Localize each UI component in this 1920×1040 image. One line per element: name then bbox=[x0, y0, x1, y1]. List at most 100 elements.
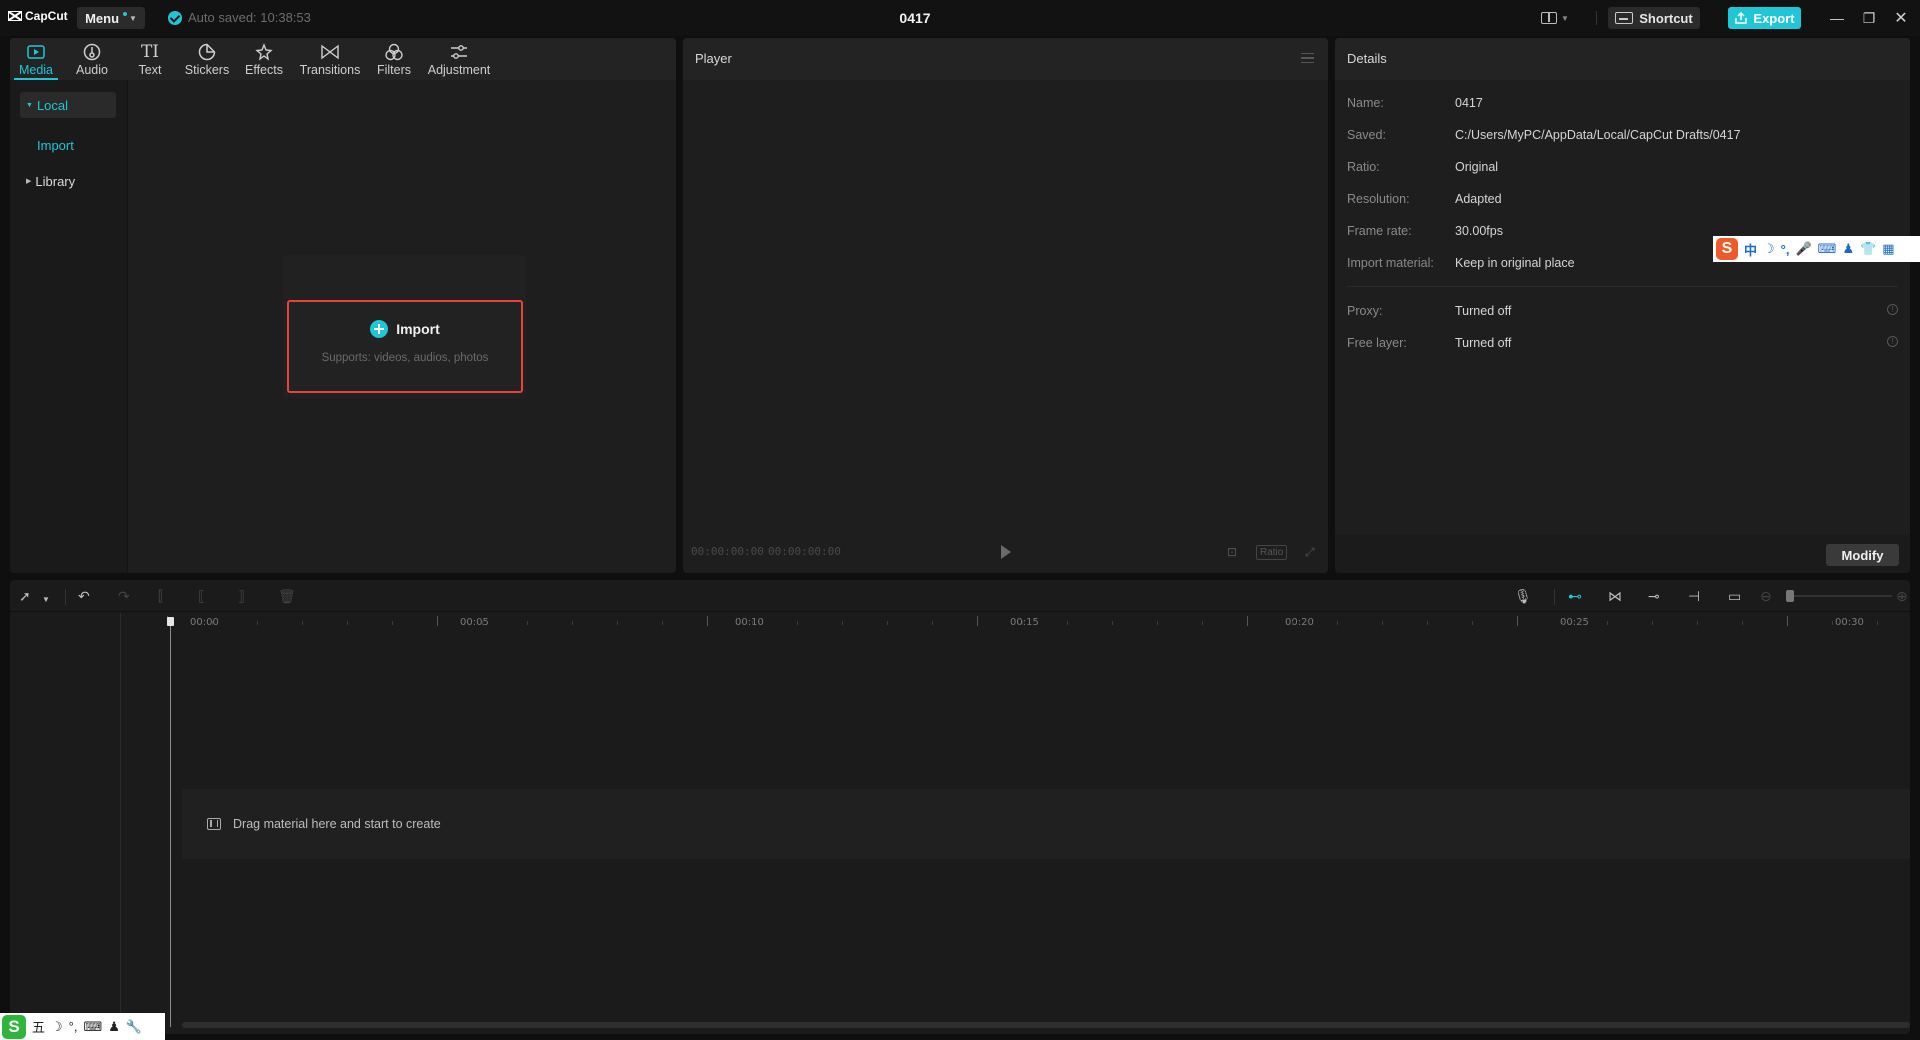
ratio-button[interactable]: Ratio bbox=[1256, 545, 1288, 560]
sogou-logo-icon[interactable]: S bbox=[1716, 238, 1738, 260]
ruler-tick bbox=[932, 621, 933, 625]
tab-transitions[interactable]: Transitions bbox=[298, 38, 362, 80]
split-icon[interactable]: ⫿ bbox=[158, 589, 162, 603]
tab-effects[interactable]: Effects bbox=[242, 38, 286, 80]
ruler-tick bbox=[1742, 621, 1743, 625]
select-tool-icon[interactable]: ➚ bbox=[19, 589, 31, 603]
shortcut-button[interactable]: Shortcut bbox=[1608, 7, 1700, 29]
close-button[interactable]: ✕ bbox=[1890, 8, 1912, 28]
moon-icon[interactable]: ☽ bbox=[51, 1019, 63, 1035]
zoom-out-icon[interactable]: ⊖ bbox=[1760, 589, 1772, 603]
main-track-magnet-icon[interactable]: ⊷ bbox=[1568, 589, 1582, 603]
microphone-icon[interactable]: 🎙 bbox=[1514, 589, 1532, 603]
wrench-icon[interactable]: 🔧 bbox=[126, 1019, 142, 1035]
ruler-label: 00:20 bbox=[1285, 617, 1314, 628]
time-ruler[interactable]: 00:00 00:05 00:10 00:15 00:20 00:25 00:3… bbox=[165, 613, 1910, 633]
ime-wubi-mode[interactable]: 五 bbox=[32, 1017, 45, 1036]
title-bar: CapCut Menu ▼ Auto saved: 10:38:53 0417 … bbox=[0, 0, 1920, 36]
chevron-down-icon: ▼ bbox=[1561, 13, 1569, 23]
info-icon[interactable]: ! bbox=[1887, 304, 1898, 315]
grid-icon[interactable]: ▦ bbox=[1882, 241, 1894, 257]
keyboard-icon[interactable]: ⌨ bbox=[1818, 241, 1837, 257]
menu-icon[interactable] bbox=[1301, 53, 1314, 63]
keyboard-icon[interactable]: ⌨ bbox=[83, 1019, 102, 1035]
restore-button[interactable]: ❐ bbox=[1858, 8, 1880, 28]
chevron-down-icon[interactable]: ▼ bbox=[42, 593, 50, 607]
fit-screen-icon[interactable]: ⊡ bbox=[1227, 545, 1237, 559]
trim-left-icon[interactable]: ⟦ bbox=[198, 589, 205, 603]
user-icon[interactable]: ♟ bbox=[108, 1019, 120, 1035]
detail-value: 30.00fps bbox=[1455, 224, 1503, 238]
ruler-tick bbox=[482, 621, 483, 625]
delete-icon[interactable]: 🗑 bbox=[278, 589, 296, 603]
capcut-logo-icon bbox=[8, 11, 22, 21]
ruler-tick bbox=[1382, 621, 1383, 625]
player-title: Player bbox=[695, 51, 732, 66]
tab-media[interactable]: Media bbox=[14, 38, 58, 80]
ruler-tick bbox=[752, 621, 753, 625]
ruler-label: 00:30 bbox=[1835, 617, 1864, 628]
import-button[interactable]: Import Supports: videos, audios, photos bbox=[287, 300, 523, 393]
fullscreen-icon[interactable]: ⤢ bbox=[1305, 545, 1315, 560]
skin-icon[interactable]: 👕 bbox=[1860, 241, 1876, 257]
punctuation-icon[interactable]: °, bbox=[69, 1019, 78, 1034]
ruler-tick bbox=[797, 621, 798, 625]
player-controls: 00:00:00:00 00:00:00:00 ⊡ Ratio ⤢ bbox=[683, 533, 1328, 573]
ruler-tick bbox=[977, 616, 978, 626]
playhead[interactable] bbox=[167, 617, 174, 1027]
zoom-slider-track[interactable] bbox=[1792, 595, 1892, 597]
undo-icon[interactable]: ↶ bbox=[78, 589, 90, 603]
ruler-tick bbox=[1697, 621, 1698, 625]
ruler-tick bbox=[1652, 621, 1653, 625]
play-icon[interactable] bbox=[1001, 545, 1011, 559]
tab-stickers[interactable]: Stickers bbox=[182, 38, 232, 80]
layout-button[interactable]: ▼ bbox=[1541, 9, 1577, 27]
ime-chinese-mode[interactable]: 中 bbox=[1744, 240, 1757, 259]
export-label: Export bbox=[1753, 10, 1795, 26]
info-icon[interactable]: ! bbox=[1887, 336, 1898, 347]
tab-adjustment[interactable]: Adjustment bbox=[424, 38, 494, 80]
shortcut-label: Shortcut bbox=[1639, 10, 1693, 26]
tab-filters[interactable]: Filters bbox=[374, 38, 414, 80]
ruler-tick bbox=[1112, 621, 1113, 625]
divider bbox=[65, 589, 66, 605]
main-track-dropzone[interactable]: Drag material here and start to create bbox=[182, 789, 1910, 859]
timeline-toolbar: ➚ ▼ ↶ ↷ ⫿ ⟦ ⟧ 🗑 🎙 ⊷ ⋈ ⊸ ⊣ ▭ ⊖ ⊕ bbox=[10, 580, 1910, 612]
trim-right-icon[interactable]: ⟧ bbox=[238, 589, 245, 603]
tab-audio[interactable]: Audio bbox=[70, 38, 114, 80]
tab-transitions-label: Transitions bbox=[299, 62, 361, 77]
zoom-in-icon[interactable]: ⊕ bbox=[1896, 589, 1908, 603]
microphone-icon[interactable]: 🎤 bbox=[1795, 241, 1811, 257]
zoom-slider-handle[interactable] bbox=[1786, 590, 1794, 602]
track-headers bbox=[10, 613, 121, 1034]
tab-text[interactable]: TI Text bbox=[130, 38, 170, 80]
divider bbox=[1554, 589, 1555, 605]
preview-axis-icon[interactable]: ⊣ bbox=[1688, 589, 1700, 603]
menu-button[interactable]: Menu ▼ bbox=[77, 7, 145, 29]
export-button[interactable]: Export bbox=[1728, 7, 1801, 29]
ruler-label: 00:00 bbox=[190, 617, 219, 628]
restore-icon: ❐ bbox=[1862, 9, 1876, 26]
sidebar-item-import[interactable]: Import bbox=[37, 138, 74, 153]
minimize-button[interactable]: — bbox=[1826, 8, 1848, 28]
user-icon[interactable]: ♟ bbox=[1842, 241, 1854, 257]
player-header: Player bbox=[683, 38, 1328, 80]
chevron-down-icon: ▼ bbox=[129, 13, 137, 23]
link-icon[interactable]: ⊸ bbox=[1648, 589, 1660, 603]
thumbnail-icon[interactable]: ▭ bbox=[1728, 589, 1741, 603]
sidebar-item-library[interactable]: ▶ Library bbox=[20, 168, 116, 194]
moon-icon[interactable]: ☽ bbox=[1763, 241, 1775, 257]
notification-dot bbox=[123, 12, 128, 16]
ruler-tick bbox=[1562, 621, 1563, 625]
redo-icon[interactable]: ↷ bbox=[118, 589, 130, 603]
media-icon bbox=[27, 42, 45, 62]
close-icon: ✕ bbox=[1894, 10, 1908, 27]
timeline-horizontal-scrollbar[interactable] bbox=[182, 1022, 1910, 1028]
caret-down-icon: ▼ bbox=[26, 101, 33, 109]
sidebar-item-local[interactable]: ▼ Local bbox=[20, 92, 116, 118]
sidebar-item-local-label: Local bbox=[36, 97, 69, 113]
punctuation-icon[interactable]: °, bbox=[1781, 242, 1790, 257]
sogou-logo-icon[interactable]: S bbox=[2, 1014, 26, 1039]
auto-snap-icon[interactable]: ⋈ bbox=[1608, 589, 1622, 603]
modify-button[interactable]: Modify bbox=[1826, 544, 1899, 566]
